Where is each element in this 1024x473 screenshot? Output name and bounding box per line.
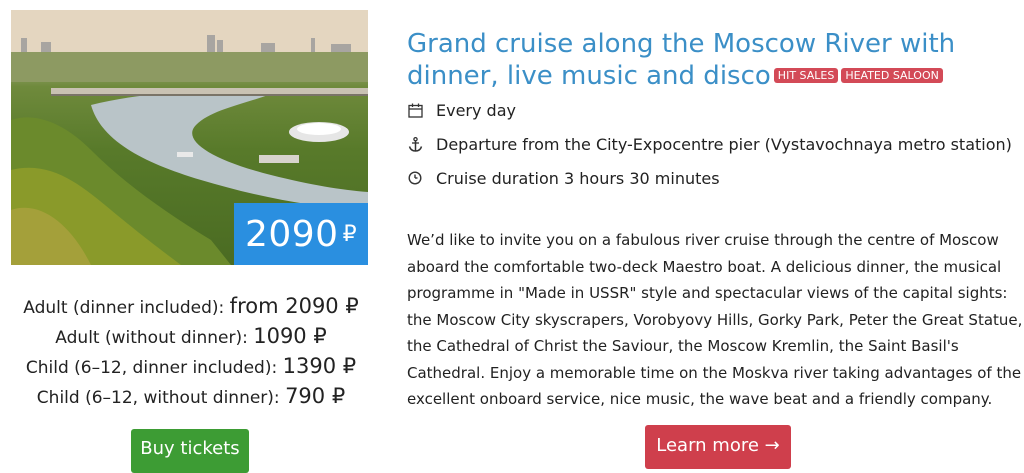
cruise-title[interactable]: Grand cruise along the Moscow River with… xyxy=(407,28,1017,92)
buy-tickets-button[interactable]: Buy tickets xyxy=(131,429,249,473)
fact-schedule: Every day xyxy=(407,93,1017,127)
clock-icon xyxy=(407,170,423,186)
price-row-adult-no-dinner: Adult (without dinner): 1090 ₽ xyxy=(0,322,382,352)
price-label: Adult (without dinner): xyxy=(55,328,254,348)
price-badge-currency: ₽ xyxy=(342,221,358,247)
price-value: 1390 ₽ xyxy=(282,354,357,378)
cruise-photo[interactable]: 2090 ₽ xyxy=(11,10,368,265)
cruise-card-left: 2090 ₽ Adult (dinner included): from 209… xyxy=(0,0,390,473)
calendar-icon xyxy=(407,102,423,118)
anchor-icon xyxy=(407,136,423,152)
cruise-description: We’d like to invite you on a fabulous ri… xyxy=(407,231,1023,408)
cruise-facts: Every day Departure from the City-Expoce… xyxy=(407,93,1017,195)
price-row-child-dinner: Child (6–12, dinner included): 1390 ₽ xyxy=(0,352,382,382)
fact-text: Every day xyxy=(436,100,516,120)
price-label: Child (6–12, without dinner): xyxy=(36,388,286,408)
learn-more-button[interactable]: Learn more → xyxy=(645,425,791,469)
price-value: from 2090 ₽ xyxy=(229,294,359,318)
fact-departure: Departure from the City-Expocentre pier … xyxy=(407,127,1017,161)
price-badge: 2090 ₽ xyxy=(234,203,368,265)
fact-duration: Cruise duration 3 hours 30 minutes xyxy=(407,161,1017,195)
price-badge-amount: 2090 xyxy=(244,213,339,255)
fact-text: Departure from the City-Expocentre pier … xyxy=(436,134,1012,154)
price-list: Adult (dinner included): from 2090 ₽ Adu… xyxy=(0,292,382,412)
badge-heated-saloon: HEATED SALOON xyxy=(841,67,943,83)
price-value: 1090 ₽ xyxy=(253,324,327,348)
price-label: Child (6–12, dinner included): xyxy=(25,358,283,378)
fact-text: Cruise duration 3 hours 30 minutes xyxy=(436,168,720,188)
badge-hit-sales: HIT SALES xyxy=(773,67,839,83)
price-label: Adult (dinner included): xyxy=(23,298,230,318)
price-value: 790 ₽ xyxy=(285,384,346,408)
price-row-adult-dinner: Adult (dinner included): from 2090 ₽ xyxy=(0,292,382,322)
price-row-child-no-dinner: Child (6–12, without dinner): 790 ₽ xyxy=(0,382,382,412)
